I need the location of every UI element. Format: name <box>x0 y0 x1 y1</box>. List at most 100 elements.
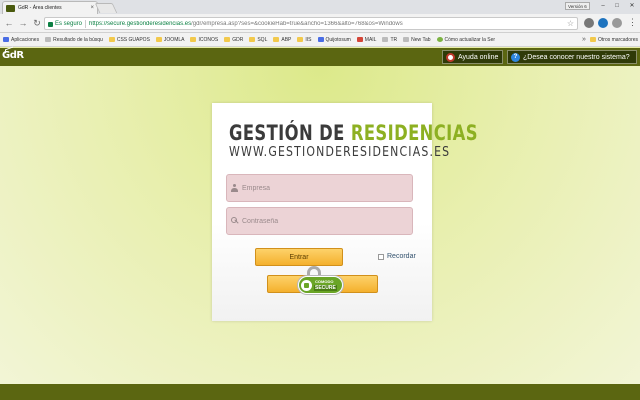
folder-icon <box>156 37 162 42</box>
folder-icon <box>224 37 230 42</box>
remember-label[interactable]: Recordar <box>387 253 416 260</box>
android-icon <box>437 37 443 42</box>
page-icon <box>45 37 51 42</box>
browser-tab[interactable]: GdR - Área clientes × <box>2 1 98 14</box>
password-input[interactable] <box>242 218 402 225</box>
enter-button[interactable]: Entrar <box>255 248 343 266</box>
bookmark-item[interactable]: Resultado de la búsqu <box>45 37 103 43</box>
reload-icon[interactable]: ↻ <box>31 17 43 29</box>
folder-icon <box>273 37 279 42</box>
bookmark-item[interactable]: New Tab <box>403 37 430 43</box>
bookmark-folder[interactable]: SQL <box>249 37 267 43</box>
bookmark-label: Resultado de la búsqu <box>53 37 103 43</box>
bookmark-label: JOOMLA <box>164 37 185 43</box>
bookmark-folder[interactable]: IIS <box>297 37 311 43</box>
user-icon <box>231 184 238 192</box>
profile-badge[interactable]: Versión 6 <box>565 2 590 10</box>
tab-title: GdR - Área clientes <box>18 5 90 11</box>
brand-url: WWW.GESTIONDERESIDENCIAS.ES <box>229 145 497 160</box>
bookmark-label: Cómo actualizar la Ser <box>445 37 496 43</box>
bookmark-label: ABP <box>281 37 291 43</box>
folder-icon <box>590 37 596 42</box>
tab-close-icon[interactable]: × <box>90 5 94 11</box>
question-icon: ? <box>511 53 520 62</box>
bookmark-star-icon[interactable]: ☆ <box>567 19 574 28</box>
extension-icon[interactable] <box>598 18 608 28</box>
brand-logo: GESTIÓN DE RESIDENCIAS WWW.GESTIONDERESI… <box>229 121 548 160</box>
secure-label: Es seguro <box>55 21 82 27</box>
bookmark-item[interactable]: Quijotosum <box>318 37 351 43</box>
url-text[interactable]: https://secure.gestionderesidencias.es/g… <box>89 21 403 27</box>
brand-title-part1: GESTIÓN DE <box>229 121 345 145</box>
bookmarks-overflow-icon[interactable]: » <box>582 36 586 43</box>
window-minimize-icon[interactable]: – <box>596 0 610 11</box>
folder-icon <box>109 37 115 42</box>
brand-title: GESTIÓN DE RESIDENCIAS <box>229 121 478 145</box>
address-bar[interactable]: Es seguro https://secure.gestiondereside… <box>44 17 578 30</box>
folder-icon <box>297 37 303 42</box>
bookmark-label: IIS <box>305 37 311 43</box>
thumbs-up-icon <box>301 280 312 291</box>
bookmark-folder[interactable]: GDR <box>224 37 243 43</box>
bookmark-label: ICONOS <box>198 37 218 43</box>
other-bookmarks-folder[interactable]: Otros marcadores <box>590 37 638 43</box>
seal-brand: COMODO <box>315 279 333 284</box>
seal-body: COMODO SECURE <box>298 276 343 294</box>
back-arrow-icon[interactable]: ← <box>3 17 15 29</box>
bookmark-apps[interactable]: Aplicaciones <box>3 37 39 43</box>
online-help-button[interactable]: Ayuda online <box>442 50 503 64</box>
lock-icon <box>48 22 53 27</box>
site-logo[interactable]: GdR <box>2 50 24 61</box>
folder-icon <box>190 37 196 42</box>
company-field[interactable] <box>226 174 413 202</box>
url-host: https://secure.gestionderesidencias.es <box>89 21 191 27</box>
bookmark-label: SQL <box>257 37 267 43</box>
bookmark-label: New Tab <box>411 37 430 43</box>
lifebuoy-icon <box>446 53 455 62</box>
bookmark-folder[interactable]: JOOMLA <box>156 37 185 43</box>
remember-option[interactable]: Recordar <box>378 253 416 260</box>
page-icon <box>318 37 324 42</box>
extension-icon[interactable] <box>584 18 594 28</box>
bookmark-folder[interactable]: ICONOS <box>190 37 218 43</box>
omnibox-divider <box>85 20 86 28</box>
bookmark-label: GDR <box>232 37 243 43</box>
url-path: /gdr/empresa.asp?ses=&cookieHab=true&anc… <box>191 21 403 27</box>
bookmark-item[interactable]: Cómo actualizar la Ser <box>437 37 496 43</box>
bookmark-label: TR <box>390 37 397 43</box>
window-close-icon[interactable]: ✕ <box>624 0 640 11</box>
bookmark-item[interactable]: MAIL <box>357 37 377 43</box>
remember-checkbox[interactable] <box>378 254 384 260</box>
seal-text: SECURE <box>314 285 337 291</box>
mail-icon <box>357 37 363 42</box>
key-icon <box>231 217 239 225</box>
company-input[interactable] <box>242 185 402 192</box>
password-field[interactable] <box>226 207 413 235</box>
main-content: GESTIÓN DE RESIDENCIAS WWW.GESTIONDERESI… <box>0 66 640 384</box>
browser-toolbar: ← → ↻ Es seguro https://secure.gestionde… <box>0 14 640 33</box>
bookmark-label: CSS GUAPOS <box>117 37 150 43</box>
browser-tab-bar: GdR - Área clientes × Versión 6 – □ ✕ <box>0 0 640 14</box>
bookmark-label: Quijotosum <box>326 37 351 43</box>
discover-system-label: ¿Desea conocer nuestro sistema? <box>523 54 630 61</box>
forward-arrow-icon[interactable]: → <box>17 17 29 29</box>
bookmark-folder[interactable]: ABP <box>273 37 291 43</box>
new-tab-button[interactable] <box>95 3 118 13</box>
folder-icon <box>249 37 255 42</box>
bookmark-folder[interactable]: CSS GUAPOS <box>109 37 150 43</box>
site-footer <box>0 384 640 400</box>
discover-system-button[interactable]: ? ¿Desea conocer nuestro sistema? <box>507 50 637 64</box>
brand-title-part2: RESIDENCIAS <box>351 121 478 145</box>
comodo-secure-seal[interactable]: COMODO SECURE <box>298 266 343 296</box>
extension-icon[interactable] <box>612 18 622 28</box>
site-header: GdR Ayuda online ? ¿Desea conocer nuestr… <box>0 48 640 66</box>
browser-menu-icon[interactable]: ⋮ <box>628 17 637 28</box>
page-icon <box>382 37 388 42</box>
bookmark-label: Aplicaciones <box>11 37 39 43</box>
bookmark-item[interactable]: TR <box>382 37 397 43</box>
site-favicon-icon <box>6 5 15 12</box>
apps-grid-icon <box>3 37 9 42</box>
bookmark-label: Otros marcadores <box>598 37 638 43</box>
online-help-label: Ayuda online <box>458 54 498 61</box>
window-maximize-icon[interactable]: □ <box>610 0 624 11</box>
